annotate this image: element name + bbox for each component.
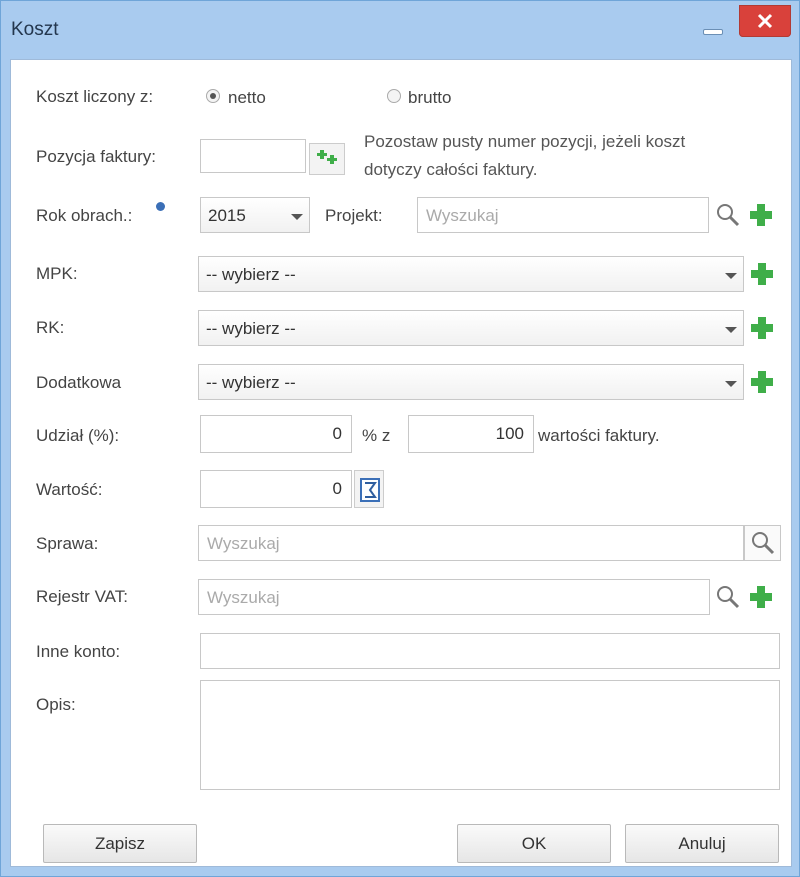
pozycja-label: Pozycja faktury: (36, 147, 156, 166)
rk-value: -- wybierz -- (206, 319, 296, 338)
total-input[interactable]: 100 (408, 415, 534, 453)
plus-icon (751, 371, 773, 393)
minimize-icon (703, 29, 723, 35)
dodatkowa-select[interactable]: -- wybierz -- (198, 364, 744, 400)
sigma-icon (360, 478, 380, 502)
rok-select[interactable]: 2015 (200, 197, 310, 233)
minimize-button[interactable] (701, 21, 723, 35)
add-position-button[interactable] (309, 143, 345, 175)
sprawa-label: Sprawa: (36, 534, 99, 553)
projekt-input[interactable]: Wyszukaj (417, 197, 709, 233)
zapisz-button[interactable]: Zapisz (43, 824, 197, 863)
wartosc-label: Wartość: (36, 480, 103, 499)
wartosc-input[interactable]: 0 (200, 470, 352, 508)
pozycja-help-line-1: Pozostaw pusty numer pozycji, jeżeli kos… (364, 132, 686, 151)
koszt-dialog: Koszt Koszt liczony z: netto brutto Pozy… (0, 0, 800, 877)
mpk-add-button[interactable] (748, 260, 776, 288)
dodatkowa-label: Dodatkowa (36, 373, 122, 392)
rk-select[interactable]: -- wybierz -- (198, 310, 744, 346)
udzial-label: Udział (%): (36, 426, 120, 445)
plus-icon (751, 263, 773, 285)
search-icon (717, 586, 740, 609)
plus-icon (751, 317, 773, 339)
projekt-label: Projekt: (325, 206, 383, 225)
close-icon (757, 13, 773, 29)
anuluj-button[interactable]: Anuluj (625, 824, 779, 863)
mpk-value: -- wybierz -- (206, 265, 296, 284)
brutto-radio[interactable] (387, 89, 401, 103)
ok-button[interactable]: OK (457, 824, 611, 863)
percent-of-label: % z (362, 426, 391, 445)
chevron-down-icon (725, 327, 737, 333)
rk-label: RK: (36, 318, 65, 337)
projekt-add-button[interactable] (747, 201, 775, 229)
title-bar: Koszt (1, 1, 799, 59)
mpk-select[interactable]: -- wybierz -- (198, 256, 744, 292)
info-icon (156, 202, 165, 211)
rejestr-label: Rejestr VAT: (36, 587, 128, 606)
rok-label: Rok obrach.: (36, 206, 133, 225)
inne-konto-input[interactable] (200, 633, 780, 669)
inne-konto-label: Inne konto: (36, 642, 121, 661)
udzial-value: 0 (332, 424, 342, 443)
plus-icon (750, 586, 772, 608)
rejestr-add-button[interactable] (747, 583, 775, 611)
rk-add-button[interactable] (748, 314, 776, 342)
rejestr-placeholder: Wyszukaj (207, 588, 280, 607)
mpk-label: MPK: (36, 264, 78, 283)
chevron-down-icon (725, 381, 737, 387)
sprawa-search-button[interactable] (744, 525, 781, 561)
chevron-down-icon (291, 214, 303, 220)
total-value: 100 (495, 424, 524, 443)
netto-label: netto (228, 88, 266, 107)
netto-radio[interactable] (206, 89, 220, 103)
dodatkowa-value: -- wybierz -- (206, 373, 296, 392)
udzial-input[interactable]: 0 (200, 415, 352, 453)
dialog-content: Koszt liczony z: netto brutto Pozycja fa… (10, 59, 792, 867)
add-icon (317, 150, 337, 164)
invoice-value-label: wartości faktury. (538, 426, 660, 445)
sprawa-input[interactable]: Wyszukaj (198, 525, 744, 561)
brutto-label: brutto (408, 88, 452, 107)
projekt-search-button[interactable] (714, 201, 742, 229)
sprawa-placeholder: Wyszukaj (207, 534, 280, 553)
pozycja-input[interactable] (200, 139, 306, 173)
rejestr-input[interactable]: Wyszukaj (198, 579, 710, 615)
projekt-placeholder: Wyszukaj (426, 206, 499, 225)
plus-icon (750, 204, 772, 226)
opis-textarea[interactable] (200, 680, 780, 790)
search-icon (752, 532, 775, 555)
rok-value: 2015 (208, 206, 246, 225)
koszt-label: Koszt liczony z: (36, 87, 154, 106)
rejestr-search-button[interactable] (714, 583, 742, 611)
chevron-down-icon (725, 273, 737, 279)
wartosc-value: 0 (332, 479, 342, 498)
dialog-title: Koszt (11, 19, 59, 40)
opis-label: Opis: (36, 695, 76, 714)
search-icon (717, 204, 740, 227)
pozycja-help-line-2: dotyczy całości faktury. (364, 160, 538, 179)
sum-button[interactable] (354, 470, 384, 508)
dodatkowa-add-button[interactable] (748, 368, 776, 396)
close-button[interactable] (739, 5, 791, 37)
